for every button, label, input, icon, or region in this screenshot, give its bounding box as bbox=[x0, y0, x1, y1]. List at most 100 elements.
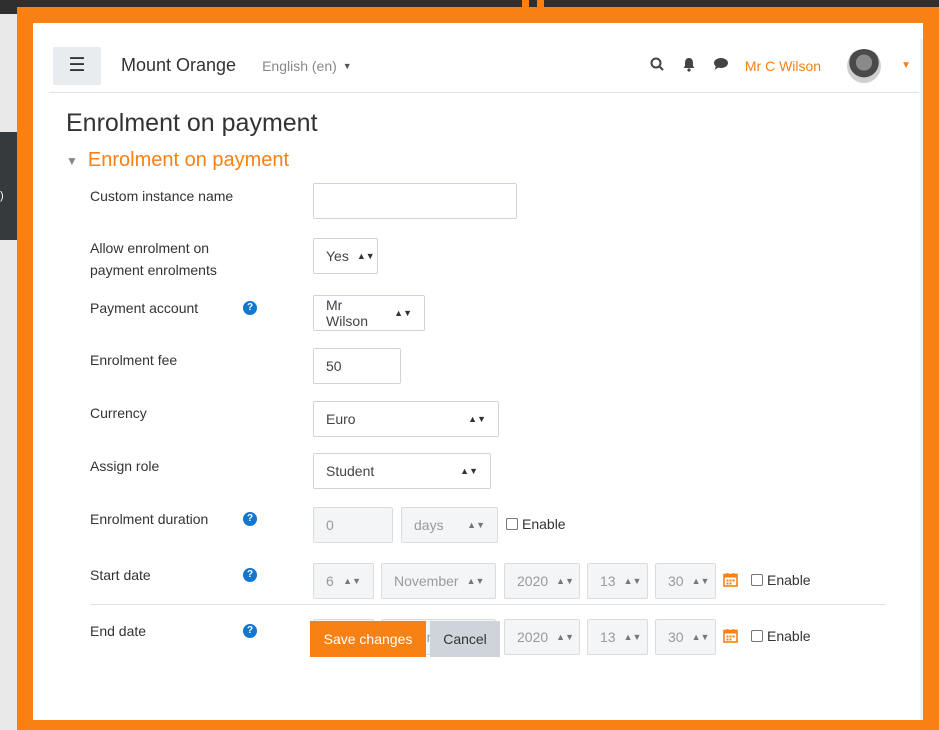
start-month-select[interactable]: November ▲︎▼︎ bbox=[381, 563, 496, 599]
end-date-enable-checkbox[interactable]: Enable bbox=[751, 628, 811, 644]
select-value: Euro bbox=[326, 411, 356, 427]
select-value: 2020 bbox=[517, 573, 549, 589]
form-divider bbox=[90, 604, 886, 605]
select-arrows-icon: ▲︎▼︎ bbox=[623, 576, 642, 586]
enable-label: Enable bbox=[767, 628, 811, 644]
navbar: ☰ Mount Orange English (en) ▼ Mr C Wilso… bbox=[49, 39, 919, 93]
start-hour-select[interactable]: 13 ▲︎▼︎ bbox=[587, 563, 648, 599]
form-row-currency: Currency bbox=[90, 402, 240, 424]
select-value: 30 bbox=[668, 573, 684, 589]
site-name[interactable]: Mount Orange bbox=[121, 55, 236, 76]
select-arrows-icon: ▲︎▼︎ bbox=[466, 576, 485, 586]
select-arrows-icon: ▲︎▼︎ bbox=[691, 576, 710, 586]
page-title: Enrolment on payment bbox=[66, 109, 318, 137]
form-row-enrolment-duration: Enrolment duration ? bbox=[90, 508, 257, 530]
form-row-enrolment-fee: Enrolment fee bbox=[90, 349, 240, 371]
field-label: Payment account bbox=[90, 300, 199, 316]
select-value: Mr Wilson bbox=[326, 297, 369, 329]
form-row-assign-role: Assign role bbox=[90, 455, 240, 477]
start-day-select[interactable]: 6 ▲︎▼︎ bbox=[313, 563, 374, 599]
checkbox-icon[interactable] bbox=[751, 574, 763, 586]
select-arrows-icon: ▲︎▼︎ bbox=[556, 576, 574, 586]
field-label: Currency bbox=[90, 405, 147, 421]
currency-select[interactable]: Euro ▲︎▼︎ bbox=[313, 401, 499, 437]
field-label: Allow enrolment on payment enrolments bbox=[90, 240, 217, 278]
assign-role-select[interactable]: Student ▲︎▼︎ bbox=[313, 453, 491, 489]
user-menu-chevron-down-icon[interactable]: ▼ bbox=[901, 60, 911, 71]
user-name[interactable]: Mr C Wilson bbox=[745, 58, 821, 74]
chevron-down-icon: ▼ bbox=[342, 60, 352, 71]
menu-icon[interactable]: ☰ bbox=[53, 46, 101, 85]
select-value: Yes bbox=[326, 248, 349, 264]
collapse-toggle-icon[interactable]: ▼ bbox=[66, 154, 78, 168]
avatar[interactable] bbox=[847, 48, 882, 83]
calendar-icon[interactable] bbox=[723, 628, 738, 647]
bell-icon[interactable] bbox=[681, 57, 697, 75]
end-hour-select[interactable]: 13 ▲︎▼︎ bbox=[587, 619, 648, 655]
start-date-enable-checkbox[interactable]: Enable bbox=[751, 572, 811, 588]
field-label: Enrolment duration bbox=[90, 511, 209, 527]
select-arrows-icon: ▲︎▼︎ bbox=[623, 632, 642, 642]
highlight-frame: ☰ Mount Orange English (en) ▼ Mr C Wilso… bbox=[17, 7, 939, 730]
checkbox-icon[interactable] bbox=[506, 518, 518, 530]
select-arrows-icon: ▲︎▼︎ bbox=[691, 632, 710, 642]
field-label: Assign role bbox=[90, 458, 160, 474]
select-arrows-icon: ▲︎▼︎ bbox=[467, 520, 485, 530]
help-icon[interactable]: ? bbox=[243, 301, 257, 315]
language-label: English (en) bbox=[262, 57, 337, 74]
allow-enrolment-select[interactable]: Yes ▲︎▼︎ bbox=[313, 238, 378, 274]
content-edge bbox=[920, 39, 923, 720]
enable-label: Enable bbox=[767, 572, 811, 588]
side-tab: ) bbox=[0, 132, 17, 240]
field-label: Start date bbox=[90, 567, 151, 583]
end-year-select[interactable]: 2020 ▲︎▼︎ bbox=[504, 619, 580, 655]
end-minute-select[interactable]: 30 ▲︎▼︎ bbox=[655, 619, 716, 655]
form-row-allow-enrolment: Allow enrolment on payment enrolments bbox=[90, 237, 250, 281]
select-arrows-icon: ▲︎▼︎ bbox=[343, 576, 361, 586]
payment-account-select[interactable]: Mr Wilson ▲︎▼︎ bbox=[313, 295, 425, 331]
search-icon[interactable] bbox=[649, 57, 665, 74]
checkbox-icon[interactable] bbox=[751, 630, 763, 642]
enrolment-fee-input[interactable]: 50 bbox=[313, 348, 401, 384]
enrolment-duration-unit-select[interactable]: days ▲︎▼︎ bbox=[401, 507, 498, 543]
help-icon[interactable]: ? bbox=[243, 568, 257, 582]
form-row-end-date: End date ? bbox=[90, 620, 257, 642]
select-arrows-icon: ▲︎▼︎ bbox=[394, 308, 412, 318]
custom-instance-name-input[interactable] bbox=[313, 183, 517, 219]
select-arrows-icon: ▲︎▼︎ bbox=[356, 251, 375, 261]
select-value: 2020 bbox=[517, 629, 549, 645]
help-icon[interactable]: ? bbox=[243, 624, 257, 638]
language-menu[interactable]: English (en) ▼ bbox=[262, 58, 352, 74]
form-row-payment-account: Payment account ? bbox=[90, 297, 257, 319]
start-year-select[interactable]: 2020 ▲︎▼︎ bbox=[504, 563, 580, 599]
select-value: November bbox=[394, 573, 459, 589]
start-minute-select[interactable]: 30 ▲︎▼︎ bbox=[655, 563, 716, 599]
main-content: Enrolment on payment ▼ Enrolment on paym… bbox=[49, 94, 919, 720]
side-tab-text: ) bbox=[0, 190, 4, 202]
select-arrows-icon: ▲︎▼︎ bbox=[468, 414, 486, 424]
section-title[interactable]: Enrolment on payment bbox=[88, 149, 289, 172]
form-row-custom-instance-name: Custom instance name bbox=[90, 185, 240, 207]
calendar-icon[interactable] bbox=[723, 572, 738, 591]
cancel-button[interactable]: Cancel bbox=[430, 621, 500, 657]
select-arrows-icon: ▲︎▼︎ bbox=[460, 466, 478, 476]
enable-label: Enable bbox=[522, 516, 566, 532]
select-arrows-icon: ▲︎▼︎ bbox=[556, 632, 574, 642]
enrolment-duration-input[interactable]: 0 bbox=[313, 507, 393, 543]
select-value: 13 bbox=[600, 629, 616, 645]
select-value: days bbox=[414, 517, 444, 533]
field-label: Custom instance name bbox=[90, 188, 234, 204]
select-value: 30 bbox=[668, 629, 684, 645]
chat-icon[interactable] bbox=[713, 57, 729, 74]
enrolment-duration-enable-checkbox[interactable]: Enable bbox=[506, 516, 566, 532]
section-header[interactable]: ▼ Enrolment on payment bbox=[66, 149, 289, 172]
field-label: End date bbox=[90, 623, 147, 639]
select-value: Student bbox=[326, 463, 375, 479]
help-icon[interactable]: ? bbox=[243, 512, 257, 526]
save-changes-button[interactable]: Save changes bbox=[310, 621, 426, 657]
background-left bbox=[0, 14, 18, 730]
form-row-start-date: Start date ? bbox=[90, 564, 257, 586]
field-label: Enrolment fee bbox=[90, 352, 178, 368]
select-value: 6 bbox=[326, 573, 334, 589]
select-value: 13 bbox=[600, 573, 616, 589]
